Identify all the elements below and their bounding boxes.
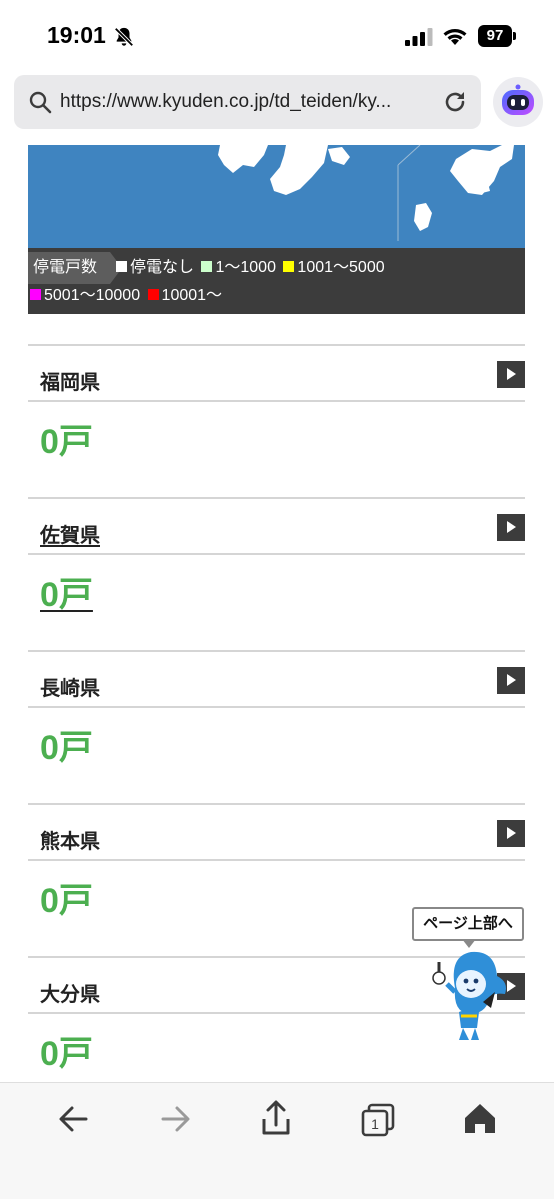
prefecture-section-nagasaki: 長崎県 0戸 bbox=[28, 650, 525, 803]
address-bar[interactable]: https://www.kyuden.co.jp/td_teiden/ky... bbox=[14, 75, 481, 129]
battery-icon: 97 bbox=[478, 25, 516, 47]
legend-row: 停電なし 1〜1000 1001〜5000 bbox=[116, 257, 388, 279]
legend-swatch bbox=[30, 289, 41, 300]
robot-icon bbox=[502, 84, 534, 115]
prefecture-header[interactable]: 熊本県 bbox=[28, 803, 525, 861]
tabs-icon[interactable]: 1 bbox=[356, 1097, 400, 1141]
tab-count: 1 bbox=[371, 1116, 379, 1132]
browser-toolbar: 1 bbox=[0, 1082, 554, 1199]
share-icon[interactable] bbox=[254, 1097, 298, 1141]
status-time: 19:01 bbox=[47, 22, 106, 48]
prefecture-name[interactable]: 長崎県 bbox=[40, 672, 100, 701]
prefecture-header[interactable]: 佐賀県 bbox=[28, 497, 525, 555]
prefecture-name[interactable]: 福岡県 bbox=[40, 366, 100, 395]
arrow-right-icon[interactable] bbox=[497, 514, 525, 541]
legend-swatch bbox=[283, 261, 295, 272]
outage-count: 0戸 bbox=[40, 729, 93, 767]
forward-arrow-icon[interactable] bbox=[153, 1097, 197, 1141]
legend-item-none: 停電なし bbox=[116, 259, 194, 276]
battery-level: 97 bbox=[478, 25, 512, 47]
url-text[interactable]: https://www.kyuden.co.jp/td_teiden/ky... bbox=[60, 89, 432, 115]
mascot-icon[interactable] bbox=[425, 948, 515, 1044]
outage-count[interactable]: 0戸 bbox=[40, 577, 93, 613]
legend-item-5001-10000: 5001〜10000 bbox=[30, 287, 140, 304]
outage-count: 0戸 bbox=[40, 1035, 93, 1073]
wifi-icon bbox=[443, 29, 467, 45]
legend-swatch bbox=[201, 261, 213, 272]
legend-item-10001-plus: 10001〜 bbox=[147, 287, 222, 304]
page-top-button[interactable]: ページ上部へ bbox=[412, 907, 524, 948]
prefecture-name[interactable]: 熊本県 bbox=[40, 825, 100, 854]
outage-count: 0戸 bbox=[40, 882, 93, 920]
back-arrow-icon[interactable] bbox=[52, 1097, 96, 1141]
legend-title: 停電戸数 bbox=[28, 252, 122, 284]
prefecture-name[interactable]: 佐賀県 bbox=[40, 519, 100, 548]
prefecture-section-fukuoka: 福岡県 0戸 bbox=[28, 344, 525, 497]
cellular-signal-icon bbox=[405, 28, 433, 46]
search-icon bbox=[29, 91, 52, 114]
prefecture-header[interactable]: 福岡県 bbox=[28, 344, 525, 402]
assistant-icon[interactable] bbox=[493, 77, 543, 127]
outage-map[interactable] bbox=[28, 145, 525, 248]
home-icon[interactable] bbox=[458, 1097, 502, 1141]
legend-row: 5001〜10000 10001〜 bbox=[30, 285, 225, 307]
prefecture-name[interactable]: 大分県 bbox=[40, 978, 100, 1007]
legend-swatch bbox=[147, 289, 159, 300]
legend-item-1001-5000: 1001〜5000 bbox=[283, 259, 385, 276]
outage-count: 0戸 bbox=[40, 423, 93, 461]
map-graphic bbox=[218, 145, 514, 241]
bell-muted-icon bbox=[114, 27, 134, 47]
arrow-right-icon[interactable] bbox=[497, 820, 525, 847]
reload-icon[interactable] bbox=[442, 89, 468, 115]
arrow-right-icon[interactable] bbox=[497, 361, 525, 388]
legend-item-1-1000: 1〜1000 bbox=[201, 259, 276, 276]
status-bar: 19:01 97 bbox=[0, 0, 554, 72]
prefecture-header[interactable]: 長崎県 bbox=[28, 650, 525, 708]
map-legend: 停電戸数 停電なし 1〜1000 1001〜5000 5001〜10000 10… bbox=[28, 248, 525, 314]
arrow-right-icon[interactable] bbox=[497, 667, 525, 694]
prefecture-section-saga: 佐賀県 0戸 bbox=[28, 497, 525, 650]
legend-swatch bbox=[116, 261, 127, 272]
